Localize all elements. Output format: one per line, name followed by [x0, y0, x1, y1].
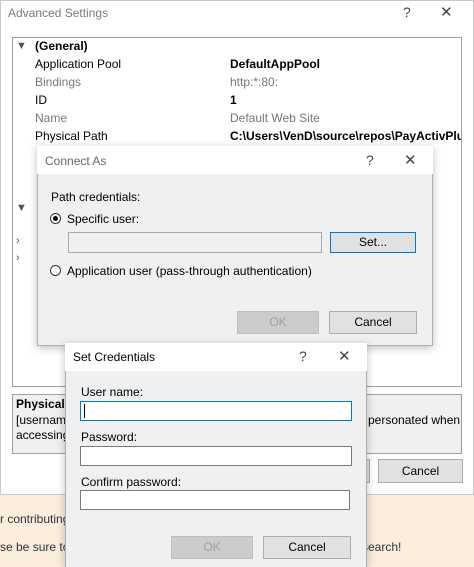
property-row[interactable]: Name Default Web Site	[13, 110, 461, 127]
confirm-password-label: Confirm password:	[81, 475, 182, 489]
password-input[interactable]	[80, 446, 352, 466]
dialog-title: Connect As	[45, 154, 107, 168]
property-key: Physical Path	[35, 129, 108, 143]
background-text: r contributing	[0, 512, 70, 526]
property-row[interactable]: Physical Path C:\Users\VenD\source\repos…	[13, 128, 462, 145]
property-value: DefaultAppPool	[230, 57, 320, 71]
property-row[interactable]: Application Pool DefaultAppPool	[13, 56, 461, 73]
path-credentials-label: Path credentials:	[51, 190, 141, 204]
property-key: Bindings	[35, 75, 82, 89]
expand-icon[interactable]: ›	[16, 250, 20, 267]
password-label: Password:	[81, 430, 138, 444]
specific-user-label[interactable]: Specific user:	[67, 212, 139, 226]
close-icon[interactable]: ✕	[440, 3, 453, 21]
property-value: http:*:80:	[230, 75, 279, 89]
property-key: Application Pool	[35, 57, 122, 71]
user-name-input[interactable]	[80, 401, 352, 421]
cancel-button[interactable]: Cancel	[263, 536, 351, 559]
user-name-label: User name:	[81, 385, 144, 399]
description-text: personated when	[368, 413, 461, 427]
description-text: accessing	[16, 428, 70, 442]
collapse-icon[interactable]: ▼	[16, 38, 27, 55]
property-row[interactable]: ▼ (General)	[13, 38, 461, 55]
dialog-title: Set Credentials	[73, 350, 156, 364]
application-user-radio[interactable]	[50, 265, 61, 276]
expand-icon[interactable]: ›	[16, 233, 20, 250]
property-key: ID	[35, 93, 47, 107]
ok-button[interactable]: OK	[237, 311, 319, 334]
background-text: se be sure to	[0, 540, 70, 554]
property-row[interactable]: ID 1	[13, 92, 461, 109]
confirm-password-input[interactable]	[80, 490, 350, 510]
property-value: Default Web Site	[230, 111, 320, 125]
close-icon[interactable]: ✕	[404, 151, 417, 169]
property-value: C:\Users\VenD\source\repos\PayActivPlug\…	[230, 129, 462, 143]
help-icon[interactable]: ?	[366, 152, 374, 168]
cancel-button[interactable]: Cancel	[329, 311, 417, 334]
help-icon[interactable]: ?	[299, 348, 307, 364]
ok-button[interactable]: OK	[171, 536, 253, 559]
property-row[interactable]: Bindings http:*:80:	[13, 74, 461, 91]
cancel-button[interactable]: Cancel	[378, 459, 463, 483]
set-button[interactable]: Set...	[330, 232, 416, 253]
application-user-label[interactable]: Application user (pass-through authentic…	[67, 264, 312, 278]
background-text: search!	[362, 540, 402, 554]
category-label: (General)	[35, 39, 88, 53]
property-key: Name	[35, 111, 68, 125]
window-title: Advanced Settings	[8, 6, 109, 20]
property-value: 1	[230, 93, 237, 107]
collapse-icon[interactable]: ▼	[16, 200, 27, 217]
text-caret	[84, 404, 85, 418]
specific-user-field	[68, 232, 322, 253]
specific-user-radio[interactable]	[50, 213, 61, 224]
help-icon[interactable]: ?	[403, 4, 411, 20]
close-icon[interactable]: ✕	[338, 347, 351, 365]
